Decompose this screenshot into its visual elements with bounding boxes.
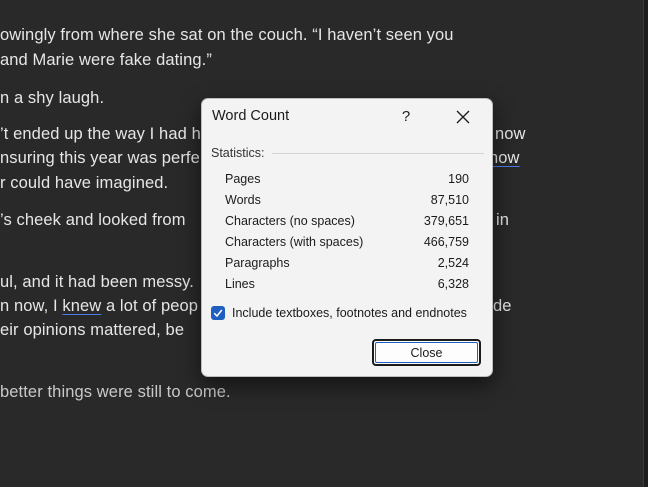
include-textboxes-checkbox[interactable] <box>211 306 225 320</box>
close-button[interactable]: Close <box>372 339 481 366</box>
stat-label: Characters (with spaces) <box>225 235 364 249</box>
document-line-fragment: now <box>495 125 526 143</box>
stat-value: 87,510 <box>430 193 469 207</box>
document-line: and Marie were fake dating.” <box>0 51 212 69</box>
document-text: a lot of peop <box>101 297 199 315</box>
stat-label: Paragraphs <box>225 256 290 270</box>
stat-value: 466,759 <box>423 235 469 249</box>
stat-row: Pages 190 <box>225 172 469 192</box>
document-line: owingly from where she sat on the couch.… <box>0 26 454 44</box>
document-line: r could have imagined. <box>0 174 169 192</box>
word-count-dialog: Word Count ? Statistics: Pages 190 Words… <box>201 98 493 377</box>
statistics-label: Statistics: <box>211 146 265 160</box>
document-line: better things were still to come. <box>0 383 231 401</box>
stat-row: Lines 6,328 <box>225 277 469 297</box>
stat-row: Paragraphs 2,524 <box>225 256 469 276</box>
document-line-fragment: de <box>493 297 512 315</box>
include-textboxes-label[interactable]: Include textboxes, footnotes and endnote… <box>232 306 467 320</box>
document-line: eir opinions mattered, be <box>0 321 185 339</box>
grammar-flagged-word[interactable]: now <box>489 148 520 168</box>
stat-value: 6,328 <box>437 277 469 291</box>
document-line-fragment: in <box>496 211 510 229</box>
dialog-titlebar[interactable]: Word Count ? <box>202 99 492 135</box>
statistics-divider <box>272 153 484 154</box>
stat-row: Words 87,510 <box>225 193 469 213</box>
stat-value: 379,651 <box>423 214 469 228</box>
dialog-title: Word Count <box>212 108 290 124</box>
stat-value: 2,524 <box>437 256 469 270</box>
document-line: nsuring this year was perfe <box>0 149 200 167</box>
document-line: n a shy laugh. <box>0 89 105 107</box>
stat-label: Words <box>225 193 261 207</box>
stat-row: Characters (no spaces) 379,651 <box>225 214 469 234</box>
grammar-flagged-word[interactable]: knew <box>62 297 101 315</box>
stat-label: Characters (no spaces) <box>225 214 355 228</box>
document-line: n now, I knew a lot of peop <box>0 296 198 316</box>
stat-row: Characters (with spaces) 466,759 <box>225 235 469 255</box>
stat-label: Lines <box>225 277 255 291</box>
document-line: ’s cheek and looked from <box>0 211 186 229</box>
document-line: ul, and it had been messy. <box>0 273 194 291</box>
document-line: ’t ended up the way I had h <box>0 125 201 143</box>
stat-value: 190 <box>448 172 469 186</box>
window-edge <box>643 0 648 487</box>
stat-label: Pages <box>225 172 261 186</box>
help-button[interactable]: ? <box>390 103 422 131</box>
close-button-label: Close <box>375 342 478 363</box>
close-icon[interactable] <box>448 103 478 131</box>
document-text: n now, I <box>0 297 63 315</box>
